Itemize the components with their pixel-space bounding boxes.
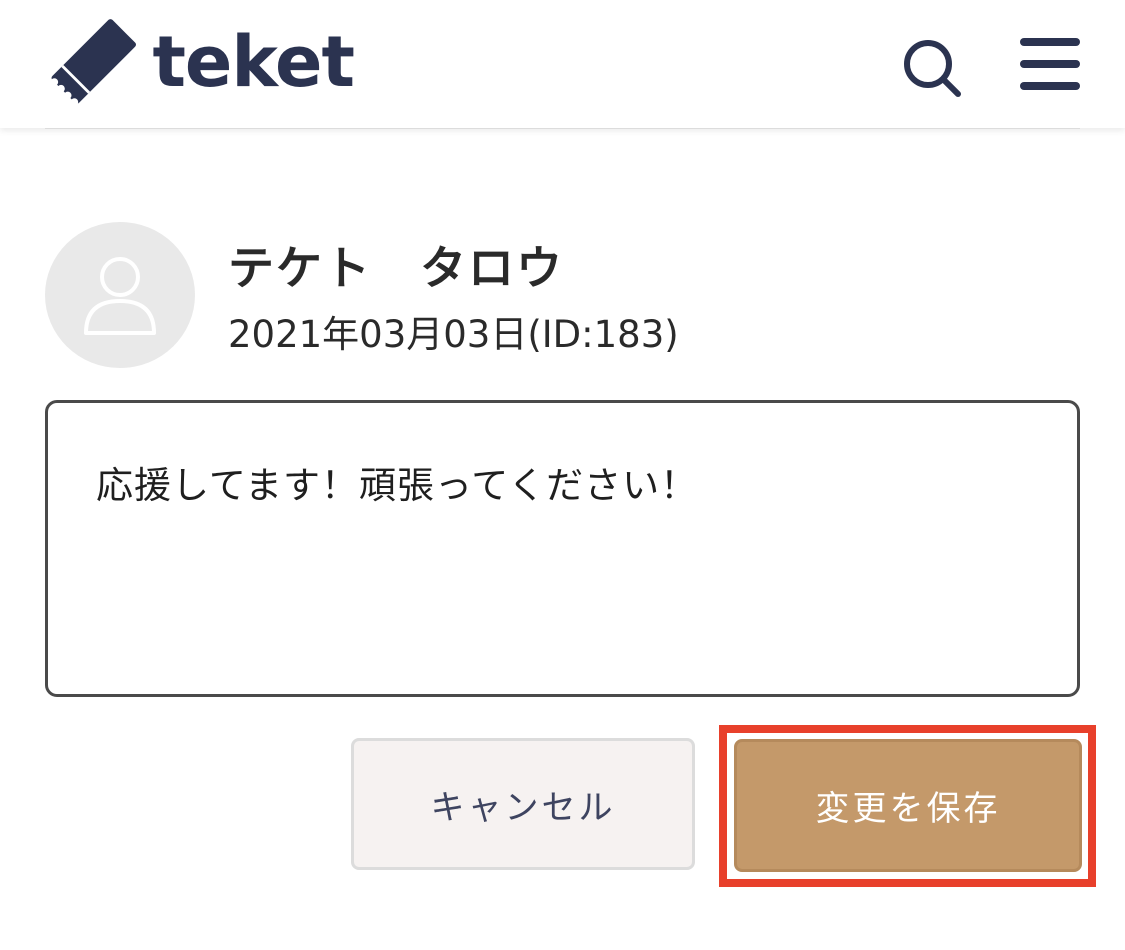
cancel-button[interactable]: キャンセル	[351, 738, 695, 870]
user-avatar-icon	[84, 257, 156, 335]
save-changes-button[interactable]: 変更を保存	[734, 739, 1082, 872]
comment-textarea[interactable]: 応援してます！頑張ってください！	[45, 400, 1080, 697]
hamburger-menu-icon	[1020, 38, 1080, 90]
brand-name: teket	[152, 21, 355, 103]
header-divider	[45, 128, 1080, 129]
search-icon	[904, 40, 961, 97]
menu-button[interactable]	[1018, 36, 1082, 92]
teket-logo[interactable]: teket	[44, 14, 355, 110]
app-header: teket	[0, 0, 1125, 128]
avatar	[45, 222, 195, 368]
comment-text: 応援してます！頑張ってください！	[96, 464, 699, 507]
search-button[interactable]	[900, 36, 964, 100]
ticket-icon	[50, 19, 137, 106]
comment-date-id: 2021年03月03日(ID:183)	[228, 313, 679, 356]
user-name: テケト タロウ	[228, 241, 564, 295]
